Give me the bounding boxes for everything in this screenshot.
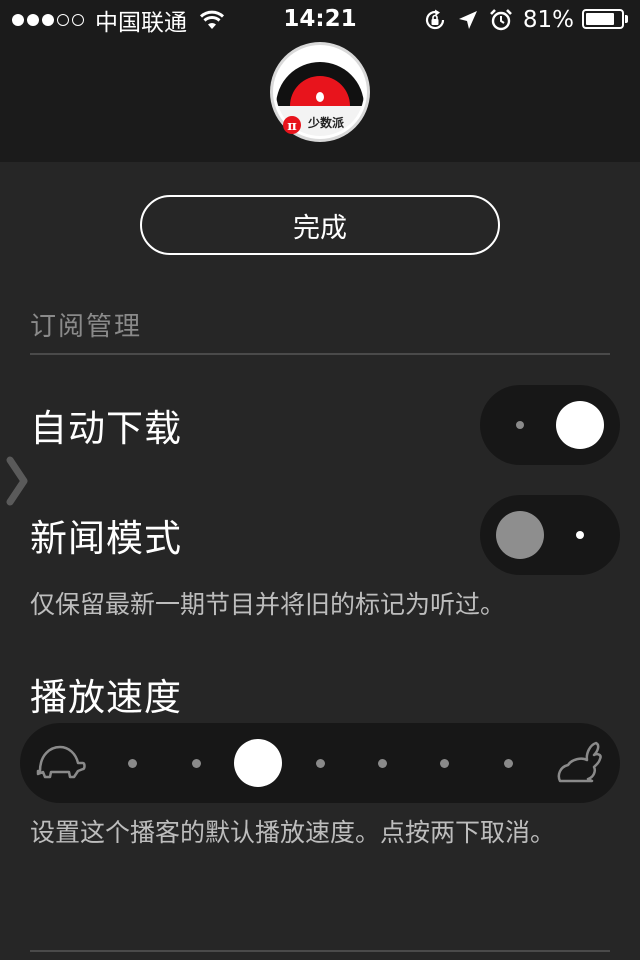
speed-step-dot (378, 759, 387, 768)
auto-download-label: 自动下载 (30, 407, 182, 450)
news-mode-label: 新闻模式 (30, 517, 182, 560)
svg-text:π: π (287, 119, 297, 134)
speed-step-dot (316, 759, 325, 768)
podcast-settings-screen: 中国联通 14:21 81% π 少数派 完成 订阅管理 自动下载 新闻模式 仅… (0, 0, 640, 960)
auto-download-toggle[interactable] (480, 385, 620, 465)
podcast-artwork[interactable]: π 少数派 (270, 42, 370, 142)
speed-step-dot (440, 759, 449, 768)
section-divider (30, 353, 610, 355)
toggle-on-dot (576, 531, 584, 539)
playback-speed-description: 设置这个播客的默认播放速度。点按两下取消。 (30, 818, 556, 847)
bottom-divider (30, 950, 610, 952)
news-mode-description: 仅保留最新一期节目并将旧的标记为听过。 (30, 590, 506, 619)
turtle-icon[interactable] (34, 741, 86, 785)
speed-step-dot (504, 759, 513, 768)
status-bar: 中国联通 14:21 81% (0, 0, 640, 40)
toggle-knob (556, 401, 604, 449)
location-icon (458, 11, 477, 29)
alarm-icon (489, 9, 512, 31)
header: π 少数派 (0, 40, 640, 162)
section-title: 订阅管理 (30, 312, 143, 342)
status-right: 81% (423, 6, 630, 34)
playback-speed-slider[interactable] (20, 723, 620, 803)
chevron-right-icon[interactable] (4, 456, 30, 506)
speed-slider-knob[interactable] (234, 739, 282, 787)
speed-step-dot (128, 759, 137, 768)
playback-speed-label: 播放速度 (30, 676, 182, 719)
svg-text:少数派: 少数派 (307, 115, 345, 130)
toggle-knob (496, 511, 544, 559)
rabbit-icon[interactable] (554, 737, 606, 787)
battery-icon (582, 9, 630, 31)
speed-step-dot (192, 759, 201, 768)
battery-percent: 81% (522, 7, 574, 33)
rotation-lock-icon (425, 9, 444, 30)
news-mode-toggle[interactable] (480, 495, 620, 575)
done-button[interactable]: 完成 (140, 195, 500, 255)
toggle-off-dot (516, 421, 524, 429)
